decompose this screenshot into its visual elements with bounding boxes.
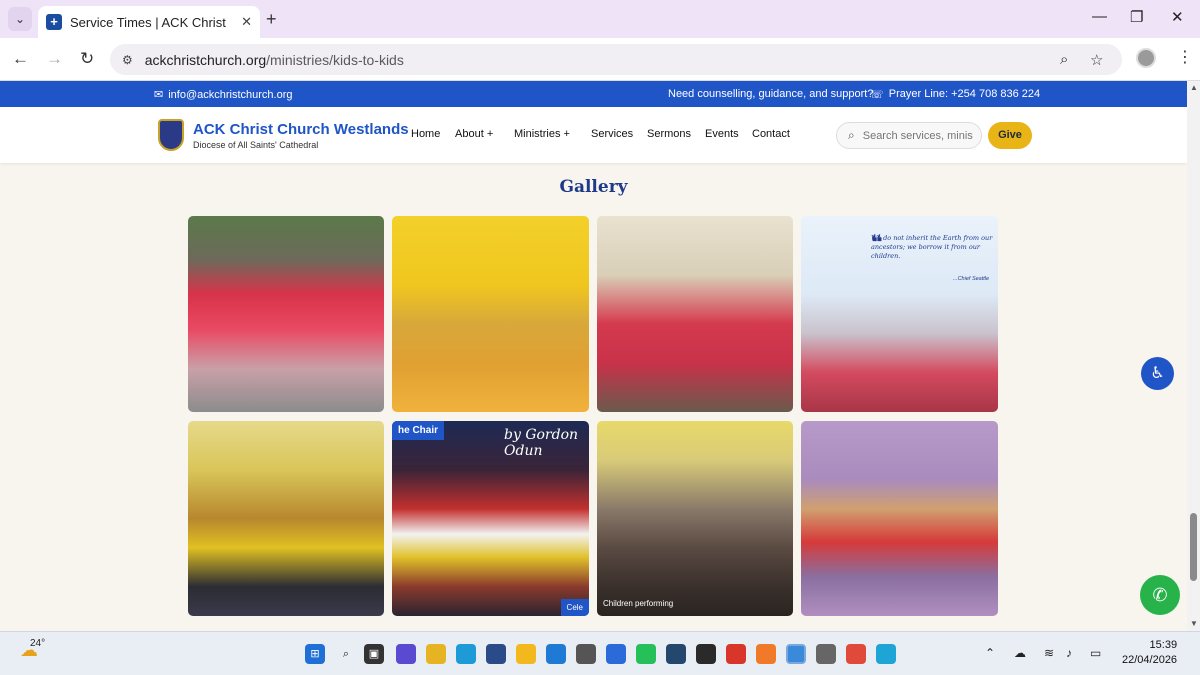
- church-crest-logo[interactable]: [158, 119, 184, 151]
- gallery-photo-gift-handover[interactable]: [801, 421, 998, 616]
- browser-menu-icon[interactable]: ⋮: [1177, 47, 1193, 67]
- browser-tab-active[interactable]: + Service Times | ACK Christ Chur ✕: [38, 6, 260, 38]
- windows-taskbar: ☁ 24° ⊞ ⌕ ▣ ⌃ ☁ ≋ ♪ ▭ 15:39 22/04/2026: [0, 631, 1200, 675]
- site-favicon-icon: +: [46, 14, 62, 30]
- brand-name[interactable]: ACK Christ Church Westlands: [193, 121, 409, 138]
- taskbar-clock[interactable]: 15:39 22/04/2026: [1122, 638, 1177, 668]
- brand-subtitle: Diocese of All Saints' Cathedral: [193, 140, 319, 150]
- nav-home[interactable]: Home: [411, 128, 440, 140]
- app-icon-3[interactable]: [576, 644, 596, 664]
- scroll-down-arrow-icon[interactable]: ▼: [1190, 619, 1198, 628]
- photo-caption: Children performing: [603, 599, 674, 608]
- chrome-icon[interactable]: [846, 644, 866, 664]
- tab-close-icon[interactable]: ✕: [241, 14, 252, 30]
- volume-icon[interactable]: ♪: [1066, 646, 1072, 660]
- phone-icon: ☏: [870, 89, 884, 101]
- app-icon-4[interactable]: [666, 644, 686, 664]
- gallery-photo-two-children[interactable]: [597, 216, 793, 412]
- photo-quote-text: We do not inherit the Earth from our anc…: [871, 234, 993, 260]
- nav-sermons[interactable]: Sermons: [647, 128, 691, 140]
- give-button[interactable]: Give: [988, 122, 1032, 149]
- terminal-icon[interactable]: [696, 644, 716, 664]
- email-link[interactable]: ✉ info@ackchristchurch.org: [154, 88, 293, 102]
- nav-contact[interactable]: Contact: [752, 128, 790, 140]
- edge-icon[interactable]: [456, 644, 476, 664]
- page-scrollbar[interactable]: ▲ ▼: [1187, 81, 1200, 631]
- forward-arrow-icon[interactable]: →: [46, 49, 63, 69]
- gallery-photo-choir[interactable]: [188, 216, 384, 412]
- gallery-photo-yellow-dancers[interactable]: [188, 421, 384, 616]
- counselling-text: Need counselling, guidance, and support?: [668, 88, 874, 100]
- accessibility-icon[interactable]: ♿: [1141, 357, 1174, 390]
- gallery-title: Gallery: [559, 177, 628, 197]
- security-tray-icon[interactable]: ☁: [1014, 646, 1026, 660]
- url-text[interactable]: ackchristchurch.org/ministries/kids-to-k…: [145, 52, 404, 68]
- mail-icon: ✉: [154, 89, 164, 101]
- edge-dev-icon[interactable]: [876, 644, 896, 664]
- gallery-photo-quote-sermon[interactable]: ❝ We do not inherit the Earth from our a…: [801, 216, 998, 412]
- profile-avatar[interactable]: [1136, 48, 1156, 68]
- bookmark-star-icon[interactable]: ☆: [1090, 51, 1103, 69]
- gallery-photo-audience[interactable]: Children performing: [597, 421, 793, 616]
- scroll-up-arrow-icon[interactable]: ▲: [1190, 83, 1198, 92]
- battery-icon[interactable]: ▭: [1090, 646, 1101, 660]
- site-settings-icon[interactable]: ⚙: [122, 53, 133, 67]
- photo-banner-tag: he Chair: [392, 421, 445, 440]
- nav-ministries[interactable]: Ministries +: [514, 128, 570, 140]
- photo-corner-label: Cele: [560, 599, 589, 616]
- app-icon-2[interactable]: [516, 644, 536, 664]
- file-explorer-icon[interactable]: [426, 644, 446, 664]
- start-icon[interactable]: ⊞: [305, 644, 325, 664]
- site-search[interactable]: ⌕: [836, 122, 982, 149]
- chrome-active-icon[interactable]: [786, 644, 806, 664]
- taskbar-search-icon[interactable]: ⌕: [336, 644, 356, 664]
- new-tab-button[interactable]: +: [266, 9, 277, 30]
- app-icon-5[interactable]: [726, 644, 746, 664]
- browser-toolbar: ← → ↻ ⚙ ackchristchurch.org/ministries/k…: [0, 38, 1200, 81]
- scroll-thumb[interactable]: [1190, 513, 1197, 581]
- weather-temperature: 24°: [30, 638, 46, 649]
- reload-icon[interactable]: ↻: [80, 49, 94, 69]
- photo-signature: by Gordon Odun: [504, 427, 579, 459]
- search-input[interactable]: [862, 129, 973, 142]
- photo-quote-author: ...Chief Seattle: [953, 276, 990, 282]
- clock-date: 22/04/2026: [1122, 654, 1178, 666]
- nav-events[interactable]: Events: [705, 128, 739, 140]
- address-bar[interactable]: ⚙ ackchristchurch.org/ministries/kids-to…: [110, 44, 1122, 75]
- wifi-icon[interactable]: ≋: [1044, 646, 1054, 660]
- plus-icon: +: [563, 128, 570, 140]
- browser-tab-bar: ⌄ + Service Times | ACK Christ Chur ✕ + …: [0, 0, 1200, 38]
- app-icon-1[interactable]: [396, 644, 416, 664]
- contact-top-bar: ✉ info@ackchristchurch.org Need counsell…: [0, 81, 1187, 107]
- vscode-icon[interactable]: [546, 644, 566, 664]
- close-window-button[interactable]: ✕: [1171, 8, 1184, 26]
- site-header: ACK Christ Church Westlands Diocese of A…: [0, 107, 1187, 163]
- nav-services[interactable]: Services: [591, 128, 633, 140]
- clock-time: 15:39: [1149, 639, 1178, 651]
- tab-title: Service Times | ACK Christ Chur: [70, 14, 228, 30]
- notepad-icon[interactable]: [606, 644, 626, 664]
- task-view-icon[interactable]: ▣: [364, 644, 384, 664]
- gallery-photo-tent-dance[interactable]: [392, 216, 589, 412]
- app-icon-7[interactable]: [816, 644, 836, 664]
- search-icon: ⌕: [848, 128, 855, 142]
- nav-about[interactable]: About +: [455, 128, 493, 140]
- store-icon[interactable]: [486, 644, 506, 664]
- maximize-button[interactable]: ❐: [1130, 8, 1143, 26]
- gallery-photo-stage-performance[interactable]: he Chair by Gordon Odun Cele: [392, 421, 589, 616]
- web-page: ✉ info@ackchristchurch.org Need counsell…: [0, 81, 1187, 631]
- minimize-button[interactable]: —: [1092, 8, 1107, 25]
- whatsapp-taskbar-icon[interactable]: [636, 644, 656, 664]
- whatsapp-chat-icon[interactable]: ✆: [1140, 575, 1180, 615]
- tray-overflow-icon[interactable]: ⌃: [985, 646, 995, 660]
- back-arrow-icon[interactable]: ←: [12, 49, 29, 69]
- prayer-line-link[interactable]: ☏ Prayer Line: +254 708 836 224: [870, 88, 1040, 101]
- tab-search-button[interactable]: ⌄: [8, 7, 32, 31]
- app-icon-6[interactable]: [756, 644, 776, 664]
- zoom-icon[interactable]: ⌕: [1060, 51, 1068, 68]
- plus-icon: +: [486, 128, 494, 140]
